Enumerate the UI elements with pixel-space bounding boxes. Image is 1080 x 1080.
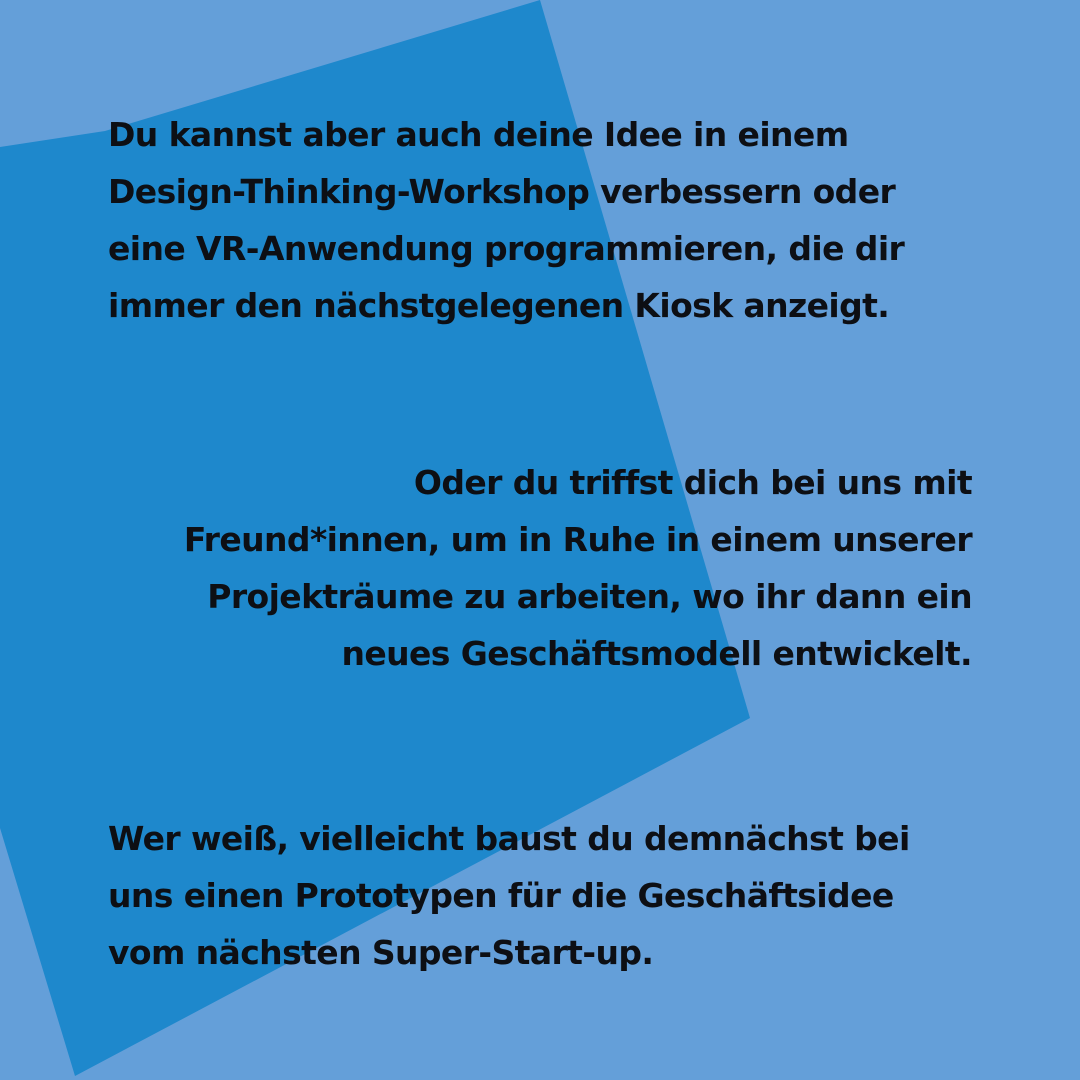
paragraph-line: Design-Thinking-Workshop verbessern oder <box>108 172 896 211</box>
paragraph-line: Du kannst aber auch deine Idee in einem <box>108 115 849 154</box>
paragraph-line: eine VR-Anwendung programmieren, die dir <box>108 229 905 268</box>
paragraph-project-rooms: Oder du triffst dich bei uns mit Freund*… <box>183 454 973 682</box>
paragraph-line: Wer weiß, vielleicht baust du demnächst … <box>108 819 910 858</box>
paragraph-prototype: Wer weiß, vielleicht baust du demnächst … <box>108 810 910 981</box>
slide-canvas: Du kannst aber auch deine Idee in einem … <box>0 0 1080 1080</box>
paragraph-line: Projekträume zu arbeiten, wo ihr dann ei… <box>207 577 972 616</box>
paragraph-line: uns einen Prototypen für die Geschäftsid… <box>108 876 894 915</box>
paragraph-line: neues Geschäftsmodell entwickelt. <box>341 634 972 673</box>
paragraph-line: vom nächsten Super-Start-up. <box>108 933 654 972</box>
paragraph-design-thinking: Du kannst aber auch deine Idee in einem … <box>108 106 905 334</box>
paragraph-line: Oder du triffst dich bei uns mit <box>413 463 973 502</box>
paragraph-line: immer den nächstgelegenen Kiosk anzeigt. <box>108 286 890 325</box>
paragraph-line: Freund*innen, um in Ruhe in einem unsere… <box>183 520 973 559</box>
